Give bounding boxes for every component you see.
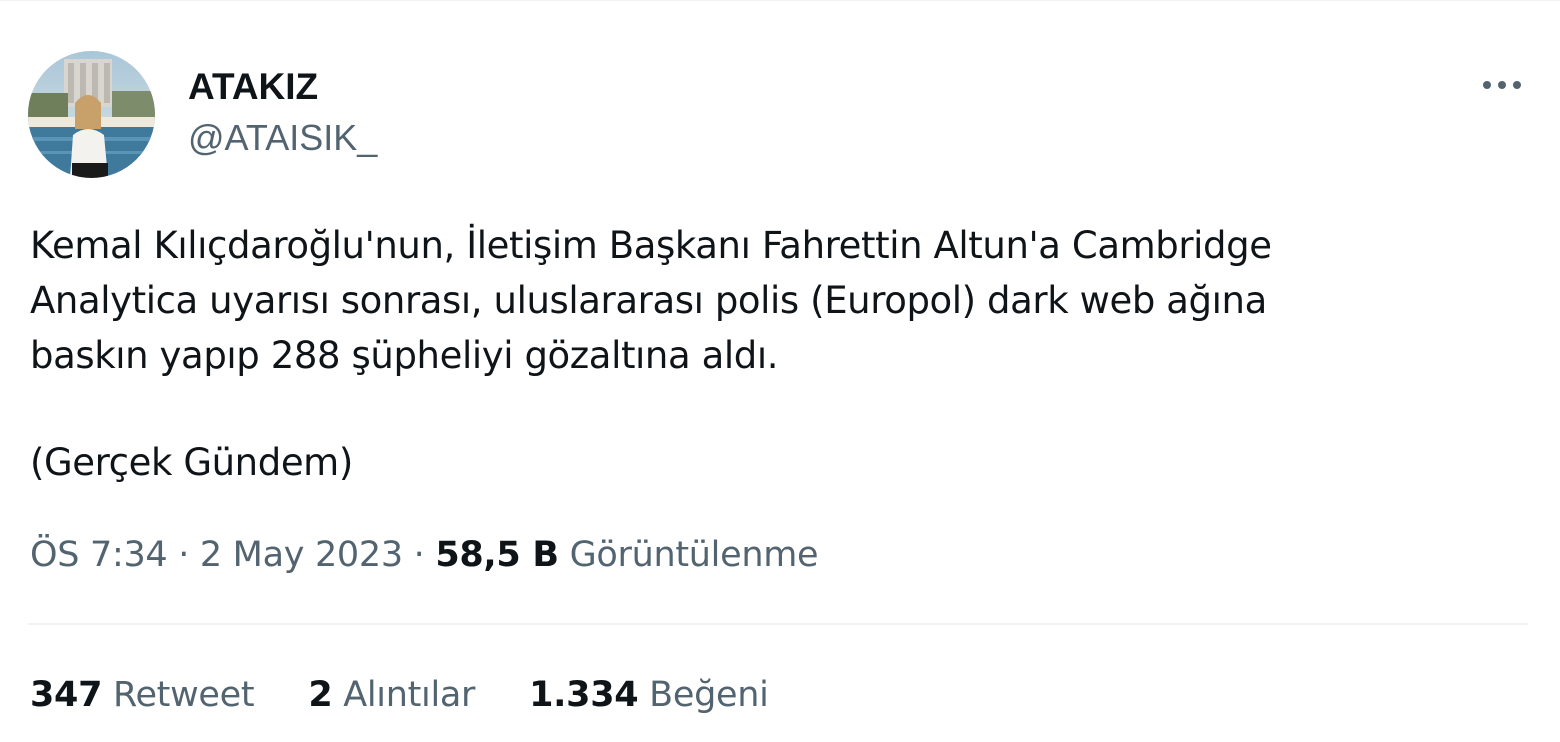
likes-label: Beğeni — [649, 675, 769, 715]
tweet-source-line: (Gerçek Gündem) — [30, 441, 353, 484]
tweet-date: 2 May 2023 — [199, 535, 403, 575]
engagement-stats: 347 Retweet 2 Alıntılar 1.334 Beğeni — [30, 672, 823, 718]
avatar[interactable] — [28, 51, 155, 178]
retweets-count: 347 — [30, 675, 103, 715]
tweet-meta: ÖS 7:34 · 2 May 2023 · 58,5 B Görüntülen… — [30, 532, 819, 578]
meta-separator: · — [413, 535, 425, 575]
views-label: Görüntülenme — [569, 535, 819, 575]
tweet-time: ÖS 7:34 — [30, 535, 168, 575]
top-divider — [0, 0, 1560, 1]
tweet-line: Analytica uyarısı sonrası, uluslararası … — [30, 279, 1267, 322]
tweet-text: Kemal Kılıçdaroğlu'nun, İletişim Başkanı… — [30, 218, 1520, 490]
retweets-label: Retweet — [113, 675, 255, 715]
tweet-line: baskın yapıp 288 şüpheliyi gözaltına ald… — [30, 334, 779, 377]
likes-stat[interactable]: 1.334 Beğeni — [529, 672, 769, 718]
author-display-name[interactable]: ATAKIZ — [188, 66, 318, 108]
more-dots-icon — [1483, 81, 1521, 89]
likes-count: 1.334 — [529, 675, 639, 715]
author-handle[interactable]: @ATAISIK_ — [188, 117, 377, 159]
views-count: 58,5 B — [435, 535, 559, 575]
quotes-stat[interactable]: 2 Alıntılar — [308, 672, 475, 718]
tweet-time-link[interactable]: ÖS 7:34 · 2 May 2023 — [30, 535, 403, 575]
quotes-count: 2 — [308, 675, 333, 715]
quotes-label: Alıntılar — [343, 675, 476, 715]
more-options-button[interactable] — [1476, 66, 1528, 104]
retweets-stat[interactable]: 347 Retweet — [30, 672, 255, 718]
meta-separator: · — [178, 535, 190, 575]
stats-divider — [28, 623, 1528, 625]
tweet-line: Kemal Kılıçdaroğlu'nun, İletişim Başkanı… — [30, 224, 1272, 267]
avatar-photo — [28, 51, 155, 178]
